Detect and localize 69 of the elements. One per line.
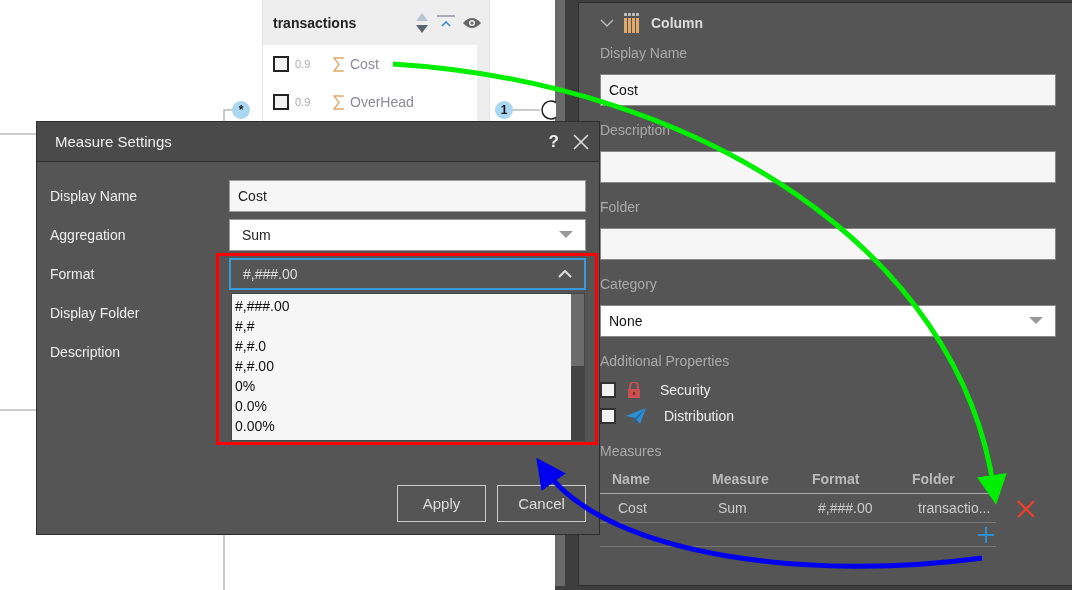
- caret-down-icon: [559, 231, 573, 239]
- section-label: Additional Properties: [600, 353, 731, 369]
- field-label: Display Name: [50, 187, 139, 206]
- field-label: Format: [50, 265, 96, 284]
- checkbox-label: Security: [660, 382, 711, 398]
- dialog-title: Measure Settings: [55, 133, 173, 150]
- field-label: Display Folder: [50, 304, 141, 323]
- column-header: Measure: [700, 465, 800, 494]
- close-icon[interactable]: [573, 133, 589, 150]
- connector-line: [223, 109, 233, 122]
- input-field[interactable]: Cost: [600, 74, 1057, 106]
- sum-icon: [333, 94, 344, 110]
- field-name[interactable]: OverHead: [350, 94, 414, 110]
- aggregation-select[interactable]: Sum: [229, 219, 586, 251]
- connector-line: [223, 534, 225, 590]
- field-checkbox[interactable]: [273, 94, 289, 110]
- cancel-button[interactable]: Cancel: [497, 485, 586, 522]
- section-label: Measures: [600, 443, 663, 459]
- column-header: Format: [800, 465, 900, 494]
- apply-button[interactable]: Apply: [397, 485, 486, 522]
- field-label: Display Name: [600, 45, 689, 61]
- column-icon: [624, 13, 641, 33]
- paper-plane-icon: [626, 408, 646, 424]
- sum-icon: [333, 56, 344, 72]
- section-title: Column: [651, 15, 704, 31]
- field-label: Folder: [600, 199, 641, 215]
- column-header: Folder: [900, 465, 997, 494]
- format-option[interactable]: 0.0%: [235, 396, 568, 416]
- input-field[interactable]: [600, 228, 1057, 260]
- format-select[interactable]: #,###.00: [229, 258, 586, 290]
- help-button[interactable]: ?: [548, 131, 559, 152]
- field-label: Aggregation: [50, 226, 127, 245]
- checkbox[interactable]: [600, 408, 616, 424]
- connector-line: [0, 409, 37, 411]
- connector-line: [512, 109, 541, 111]
- lock-icon: [626, 382, 642, 398]
- table-title: transactions: [273, 14, 358, 31]
- input-field[interactable]: Cost: [229, 180, 586, 212]
- field-weight: 0.9: [295, 96, 312, 108]
- eye-icon[interactable]: [463, 16, 481, 29]
- format-option[interactable]: #,###.00: [235, 296, 568, 316]
- input-field[interactable]: [600, 151, 1057, 183]
- table-cell: Sum: [700, 494, 800, 523]
- format-option[interactable]: 0.00%: [235, 416, 568, 436]
- format-option[interactable]: #,#.0: [235, 336, 568, 356]
- field-checkbox[interactable]: [273, 56, 289, 72]
- table-cell: #,###.00: [800, 494, 900, 523]
- connector-badge: 1: [495, 101, 513, 119]
- field-label: Category: [600, 276, 658, 292]
- table-cell: transactio...: [900, 494, 997, 523]
- checkbox-label: Distribution: [664, 408, 735, 424]
- field-weight: 0.9: [295, 58, 312, 70]
- chevron-icon[interactable]: [600, 19, 614, 27]
- field-label: Description: [50, 343, 122, 362]
- connector-line: [0, 133, 37, 135]
- field-label: Description: [600, 122, 672, 138]
- format-option[interactable]: #,#: [235, 316, 568, 336]
- checkbox[interactable]: [600, 382, 616, 398]
- add-icon[interactable]: [978, 526, 995, 543]
- scrollbar[interactable]: [477, 45, 489, 121]
- sort-icon[interactable]: [415, 11, 429, 34]
- scrollbar[interactable]: [571, 294, 584, 440]
- category-select[interactable]: None: [600, 305, 1057, 337]
- format-option[interactable]: 0%: [235, 376, 568, 396]
- connector-badge: *: [232, 101, 250, 119]
- format-option[interactable]: #,#.00: [235, 356, 568, 376]
- caret-up-icon: [558, 270, 572, 278]
- field-name[interactable]: Cost: [350, 56, 379, 72]
- caret-down-icon: [1029, 317, 1044, 325]
